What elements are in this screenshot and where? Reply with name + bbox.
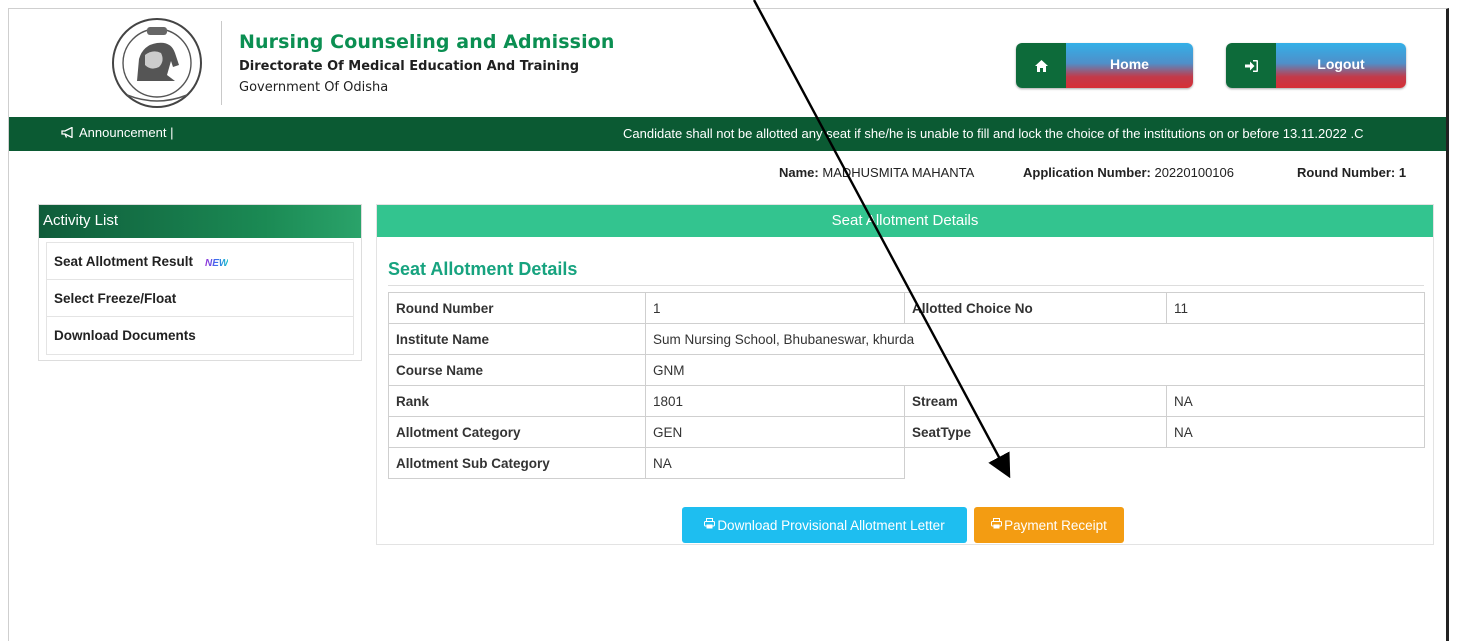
site-org: Government Of Odisha — [239, 80, 389, 95]
new-badge: NEW — [205, 258, 229, 269]
site-subtitle: Directorate Of Medical Education And Tra… — [239, 59, 580, 74]
subcategory-label-cell: Allotment Sub Category — [388, 447, 646, 479]
application-number-value: 20220100106 — [1154, 165, 1234, 180]
category-value-cell: GEN — [645, 416, 905, 448]
round-number-info: Round Number: 1 — [1297, 165, 1406, 180]
empty-cell — [905, 448, 1167, 479]
panel-header: Seat Allotment Details — [377, 205, 1433, 237]
sign-in-icon — [1226, 43, 1276, 88]
activity-list: Seat Allotment Result NEW Select Freeze/F… — [46, 242, 354, 355]
table-row: Allotment Category GEN SeatType NA — [388, 416, 1425, 448]
course-label-cell: Course Name — [388, 354, 646, 386]
logout-label: Logout — [1276, 43, 1406, 88]
sidebar-item-seat-allotment-result[interactable]: Seat Allotment Result NEW — [47, 243, 353, 280]
download-allotment-letter-button[interactable]: Download Provisional Allotment Letter — [682, 507, 967, 543]
announcement-ticker[interactable]: Candidate shall not be allotted any seat… — [623, 126, 1364, 141]
round-number-value-cell: 1 — [645, 292, 905, 324]
site-header: Nursing Counseling and Admission Directo… — [9, 9, 1446, 117]
header-text: Nursing Counseling and Admission Directo… — [239, 31, 614, 95]
institute-value-cell: Sum Nursing School, Bhubaneswar, khurda — [645, 323, 1425, 355]
site-title: Nursing Counseling and Admission — [239, 31, 615, 53]
allotted-choice-value-cell: 11 — [1166, 292, 1425, 324]
table-row: Institute Name Sum Nursing School, Bhuba… — [388, 323, 1425, 355]
announcement-label: Announcement | — [79, 125, 174, 140]
candidate-name-value: MADHUSMITA MAHANTA — [822, 165, 975, 180]
section-title: Seat Allotment Details — [388, 259, 578, 279]
rank-label-cell: Rank — [388, 385, 646, 417]
state-emblem-icon — [112, 18, 202, 108]
table-row: Round Number 1 Allotted Choice No 11 — [388, 292, 1425, 324]
activity-sidebar: Activity List Seat Allotment Result NEW S… — [38, 204, 362, 361]
sidebar-item-download-documents[interactable]: Download Documents — [47, 317, 353, 354]
application-number-label: Application Number: — [1023, 165, 1151, 180]
allotted-choice-label-cell: Allotted Choice No — [904, 292, 1167, 324]
sidebar-item-label: Seat Allotment Result — [54, 254, 194, 269]
print-icon — [704, 518, 716, 532]
subcategory-value-cell: NA — [645, 447, 905, 479]
candidate-name: Name: MADHUSMITA MAHANTA — [779, 165, 974, 180]
round-number-label-cell: Round Number — [388, 292, 646, 324]
seattype-label-cell: SeatType — [904, 416, 1167, 448]
seat-allotment-panel: Seat Allotment Details Seat Allotment De… — [376, 204, 1434, 545]
application-number: Application Number: 20220100106 — [1023, 165, 1234, 180]
category-label-cell: Allotment Category — [388, 416, 646, 448]
logout-button[interactable]: Logout — [1226, 43, 1406, 88]
payment-receipt-button[interactable]: Payment Receipt — [974, 507, 1124, 543]
empty-cell — [1167, 448, 1425, 479]
sidebar-item-select-freeze-float[interactable]: Select Freeze/Float — [47, 280, 353, 317]
institute-label-cell: Institute Name — [388, 323, 646, 355]
seattype-value-cell: NA — [1166, 416, 1425, 448]
table-row: Allotment Sub Category NA — [388, 447, 1425, 479]
rank-value-cell: 1801 — [645, 385, 905, 417]
download-button-label: Download Provisional Allotment Letter — [717, 517, 945, 533]
payment-button-label: Payment Receipt — [1004, 517, 1107, 533]
allotment-details-table: Round Number 1 Allotted Choice No 11 Ins… — [388, 292, 1425, 479]
page-frame: Nursing Counseling and Admission Directo… — [8, 8, 1449, 641]
print-icon — [991, 518, 1003, 532]
announcement-bar: Announcement | Candidate shall not be al… — [9, 117, 1446, 151]
table-row: Course Name GNM — [388, 354, 1425, 386]
table-row: Rank 1801 Stream NA — [388, 385, 1425, 417]
home-button[interactable]: Home — [1016, 43, 1193, 88]
candidate-name-label: Name: — [779, 165, 819, 180]
header-divider — [221, 21, 222, 105]
bullhorn-icon — [61, 126, 73, 139]
announcement-label-wrap: Announcement | — [61, 125, 173, 140]
round-number-label: Round Number: 1 — [1297, 165, 1407, 180]
stream-label-cell: Stream — [904, 385, 1167, 417]
section-divider — [388, 285, 1424, 286]
stream-value-cell: NA — [1166, 385, 1425, 417]
home-icon — [1016, 43, 1066, 88]
course-value-cell: GNM — [645, 354, 1425, 386]
activity-list-title: Activity List — [39, 205, 361, 238]
home-label: Home — [1066, 43, 1193, 88]
